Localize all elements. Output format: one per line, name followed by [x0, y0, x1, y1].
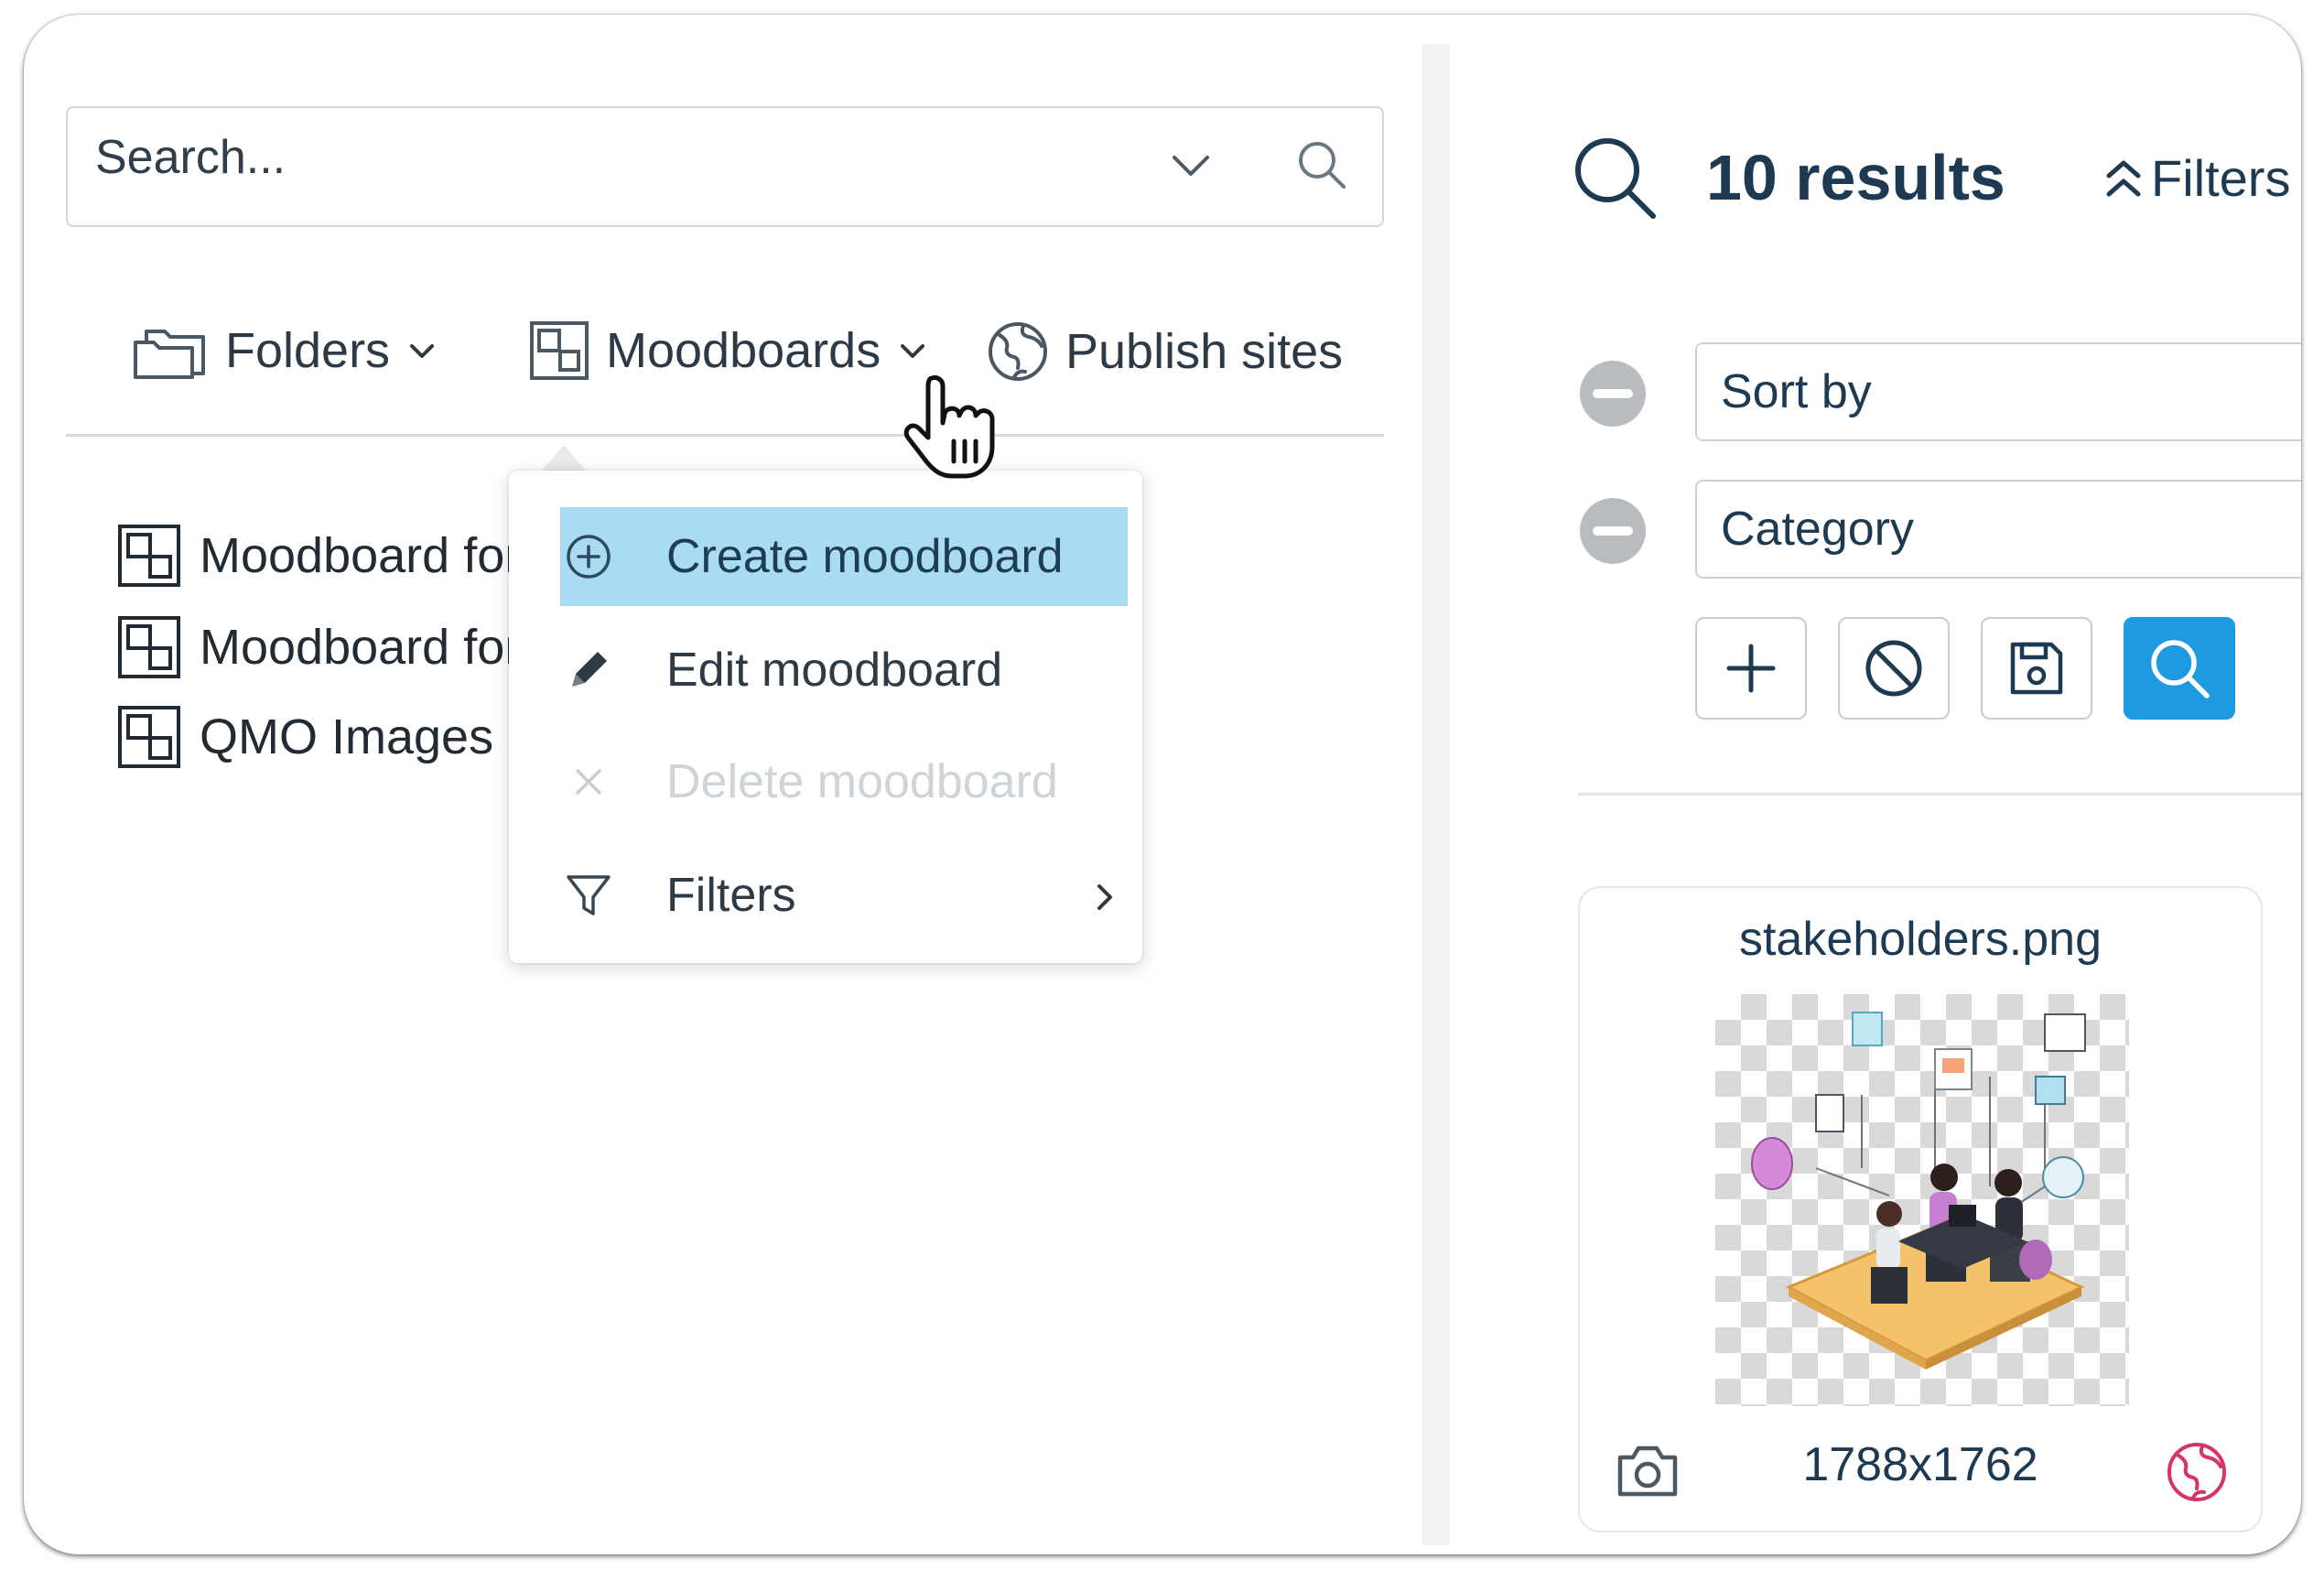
- moodboard-icon: [530, 321, 589, 380]
- asset-card[interactable]: stakeholders.png 1788x1762: [1578, 886, 2263, 1532]
- chevron-down-icon: [901, 344, 925, 358]
- filters-toggle[interactable]: Filters: [2103, 148, 2290, 208]
- moodboard-icon: [118, 525, 180, 587]
- block-icon: [1865, 640, 1922, 697]
- search-icon[interactable]: [1294, 137, 1349, 192]
- asset-filename: stakeholders.png: [1738, 913, 2102, 966]
- chevron-down-icon: [410, 344, 435, 358]
- tab-folders-label: Folders: [225, 323, 391, 378]
- tab-folders[interactable]: Folders: [132, 320, 438, 381]
- tree-item-label: QMO Images: [200, 709, 494, 764]
- app-window: Search... Folders Moodboards Publish sit…: [24, 15, 2301, 1554]
- search-input[interactable]: Search...: [66, 106, 1384, 227]
- category-field[interactable]: Category: [1695, 480, 2301, 579]
- menu-item-create-moodboard[interactable]: Create moodboard: [560, 507, 1128, 606]
- tree-item[interactable]: QMO Images: [117, 705, 493, 769]
- menu-item-edit-moodboard[interactable]: Edit moodboard: [560, 621, 1128, 720]
- search-icon: [1575, 138, 1656, 219]
- pencil-icon: [572, 652, 607, 687]
- close-icon: [576, 769, 601, 795]
- hand-cursor-icon: [903, 374, 995, 479]
- chevron-down-icon[interactable]: [1171, 145, 1211, 185]
- sort-by-field[interactable]: Sort by: [1695, 342, 2301, 441]
- remove-category-button[interactable]: [1580, 498, 1646, 564]
- nav-tabs: Folders Moodboards Publish sites: [24, 289, 1415, 408]
- tab-publish-sites[interactable]: Publish sites: [987, 320, 1343, 383]
- tree-item[interactable]: Moodboard for team: [117, 524, 509, 588]
- globe-icon[interactable]: [2166, 1441, 2228, 1503]
- results-divider: [1578, 793, 2301, 796]
- tree-item-label: Moodboard for team: [200, 528, 509, 583]
- pane-divider: [1422, 44, 1450, 1545]
- stakeholders-illustration: [1751, 1012, 2086, 1370]
- menu-item-delete-moodboard: Delete moodboard: [560, 732, 1128, 831]
- moodboards-dropdown-menu: Create moodboard Edit moodboard Delete m…: [509, 471, 1142, 963]
- tab-moodboards-label: Moodboards: [606, 323, 881, 378]
- add-filter-button[interactable]: [1695, 617, 1807, 720]
- search-placeholder: Search...: [95, 131, 286, 184]
- asset-dimensions: 1788x1762: [1802, 1438, 2038, 1491]
- clear-filters-button[interactable]: [1838, 617, 1950, 720]
- double-chevron-up-icon: [2106, 160, 2141, 196]
- menu-item-filters[interactable]: Filters: [560, 846, 1128, 945]
- filters-toggle-label: Filters: [2151, 149, 2291, 207]
- chevron-right-icon: [1097, 884, 1112, 910]
- plus-circle-icon: [567, 535, 611, 579]
- moodboard-icon: [118, 616, 180, 678]
- tree-item-label: Moodboard for project: [200, 620, 509, 675]
- plus-icon: [1726, 644, 1776, 693]
- results-count: 10 results: [1706, 142, 2005, 213]
- filter-icon: [567, 875, 611, 915]
- menu-item-label: Delete moodboard: [666, 755, 1058, 808]
- save-filters-button[interactable]: [1981, 617, 2092, 720]
- save-icon: [2010, 642, 2063, 695]
- folders-icon: [134, 330, 205, 379]
- tab-moodboards[interactable]: Moodboards: [529, 320, 928, 381]
- results-pane: 10 results Filters Sort by Category stak…: [1450, 51, 2301, 1534]
- menu-item-label: Create moodboard: [666, 530, 1064, 583]
- asset-thumbnail[interactable]: [1715, 994, 2129, 1406]
- run-search-button[interactable]: [2124, 617, 2235, 720]
- moodboard-icon: [118, 706, 180, 768]
- tabs-underline: [66, 434, 1384, 437]
- menu-item-label: Edit moodboard: [666, 644, 1003, 697]
- dropdown-pointer: [542, 445, 586, 471]
- menu-item-label: Filters: [666, 869, 796, 922]
- remove-sort-button[interactable]: [1580, 361, 1646, 427]
- moodboard-tree: Moodboard for team Moodboard for project…: [24, 491, 509, 784]
- search-icon: [2151, 640, 2210, 698]
- tab-publish-sites-label: Publish sites: [1065, 324, 1344, 379]
- tree-item[interactable]: Moodboard for project: [117, 615, 509, 679]
